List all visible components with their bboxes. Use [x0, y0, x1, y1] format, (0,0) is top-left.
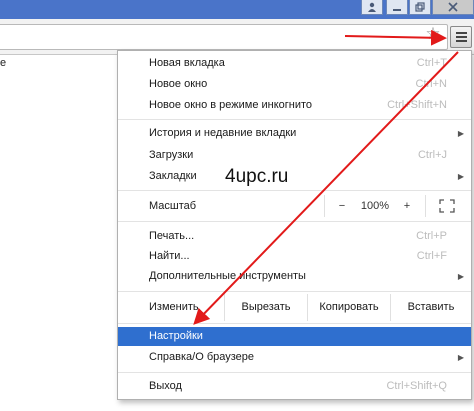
menu-item-new-tab[interactable]: Новая вкладка Ctrl+T — [118, 54, 471, 73]
submenu-arrow-icon: ▶ — [457, 129, 464, 138]
menu-item-label: Загрузки — [149, 149, 194, 161]
fullscreen-icon[interactable] — [436, 195, 458, 217]
restore-icon[interactable] — [409, 0, 431, 15]
zoom-divider — [425, 195, 426, 217]
submenu-arrow-icon: ▶ — [457, 353, 464, 362]
menu-item-label: Новое окно — [149, 78, 208, 90]
menu-item-history[interactable]: История и недавние вкладки ▶ — [118, 124, 471, 143]
menu-item-more-tools[interactable]: Дополнительные инструменты ▶ — [118, 267, 471, 286]
menu-item-label: Настройки — [149, 330, 203, 342]
edit-label: Изменить — [149, 301, 199, 313]
menu-item-bookmarks[interactable]: Закладки ▶ — [118, 167, 471, 186]
menu-separator — [118, 190, 471, 191]
menu-item-exit[interactable]: Выход Ctrl+Shift+Q — [118, 377, 471, 396]
menu-item-label: Справка/О браузере — [149, 351, 255, 363]
address-bar[interactable] — [0, 24, 448, 50]
copy-button[interactable]: Копировать — [308, 294, 390, 321]
menu-item-label: Новая вкладка — [149, 57, 225, 69]
page-edge-text: e — [0, 57, 7, 69]
submenu-arrow-icon: ▶ — [457, 172, 464, 181]
star-icon[interactable]: ☆ — [424, 25, 442, 43]
paste-button[interactable]: Вставить — [391, 294, 471, 321]
menu-separator — [118, 372, 471, 373]
zoom-divider — [324, 195, 325, 217]
menu-separator — [118, 291, 471, 292]
window-titlebar — [0, 0, 474, 19]
submenu-arrow-icon: ▶ — [457, 272, 464, 281]
menu-item-incognito-window[interactable]: Новое окно в режиме инкогнито Ctrl+Shift… — [118, 96, 471, 115]
menu-item-help[interactable]: Справка/О браузере ▶ — [118, 348, 471, 367]
zoom-value: 100% — [360, 200, 390, 212]
menu-item-label: Дополнительные инструменты — [149, 270, 306, 282]
user-icon[interactable] — [361, 0, 383, 15]
menu-item-label: Найти... — [149, 250, 190, 262]
zoom-row: Масштаб − 100% + — [118, 195, 471, 217]
zoom-label: Масштаб — [149, 200, 197, 212]
menu-item-downloads[interactable]: Загрузки Ctrl+J — [118, 146, 471, 165]
menu-item-new-window[interactable]: Новое окно Ctrl+N — [118, 75, 471, 94]
menu-separator — [118, 323, 471, 324]
menu-item-shortcut: Ctrl+T — [416, 57, 447, 69]
menu-item-label: Выход — [149, 380, 182, 392]
menu-item-shortcut: Ctrl+J — [417, 149, 447, 161]
menu-item-find[interactable]: Найти... Ctrl+F — [118, 247, 471, 266]
zoom-out-button[interactable]: − — [334, 195, 350, 217]
minimize-icon[interactable] — [386, 0, 408, 15]
zoom-in-button[interactable]: + — [399, 195, 415, 217]
menu-item-shortcut: Ctrl+Shift+N — [387, 99, 447, 111]
watermark-text: 4upc.ru — [225, 166, 289, 187]
browser-menu: Новая вкладка Ctrl+T Новое окно Ctrl+N Н… — [117, 50, 472, 400]
close-icon[interactable] — [432, 0, 474, 15]
menu-item-label: Новое окно в режиме инкогнито — [149, 99, 313, 111]
edit-row: Изменить Вырезать Копировать Вставить — [118, 294, 471, 321]
menu-item-shortcut: Ctrl+Shift+Q — [386, 380, 447, 392]
menu-item-settings[interactable]: Настройки — [118, 327, 471, 346]
menu-item-shortcut: Ctrl+P — [416, 230, 447, 242]
menu-separator — [118, 221, 471, 222]
menu-item-print[interactable]: Печать... Ctrl+P — [118, 227, 471, 246]
menu-item-label: История и недавние вкладки — [149, 127, 297, 139]
hamburger-menu-icon[interactable] — [450, 26, 472, 48]
menu-item-label: Закладки — [149, 170, 197, 182]
cut-button[interactable]: Вырезать — [225, 294, 307, 321]
menu-item-shortcut: Ctrl+N — [415, 78, 447, 90]
menu-item-label: Печать... — [149, 230, 195, 242]
menu-item-shortcut: Ctrl+F — [416, 250, 447, 262]
menu-separator — [118, 119, 471, 120]
